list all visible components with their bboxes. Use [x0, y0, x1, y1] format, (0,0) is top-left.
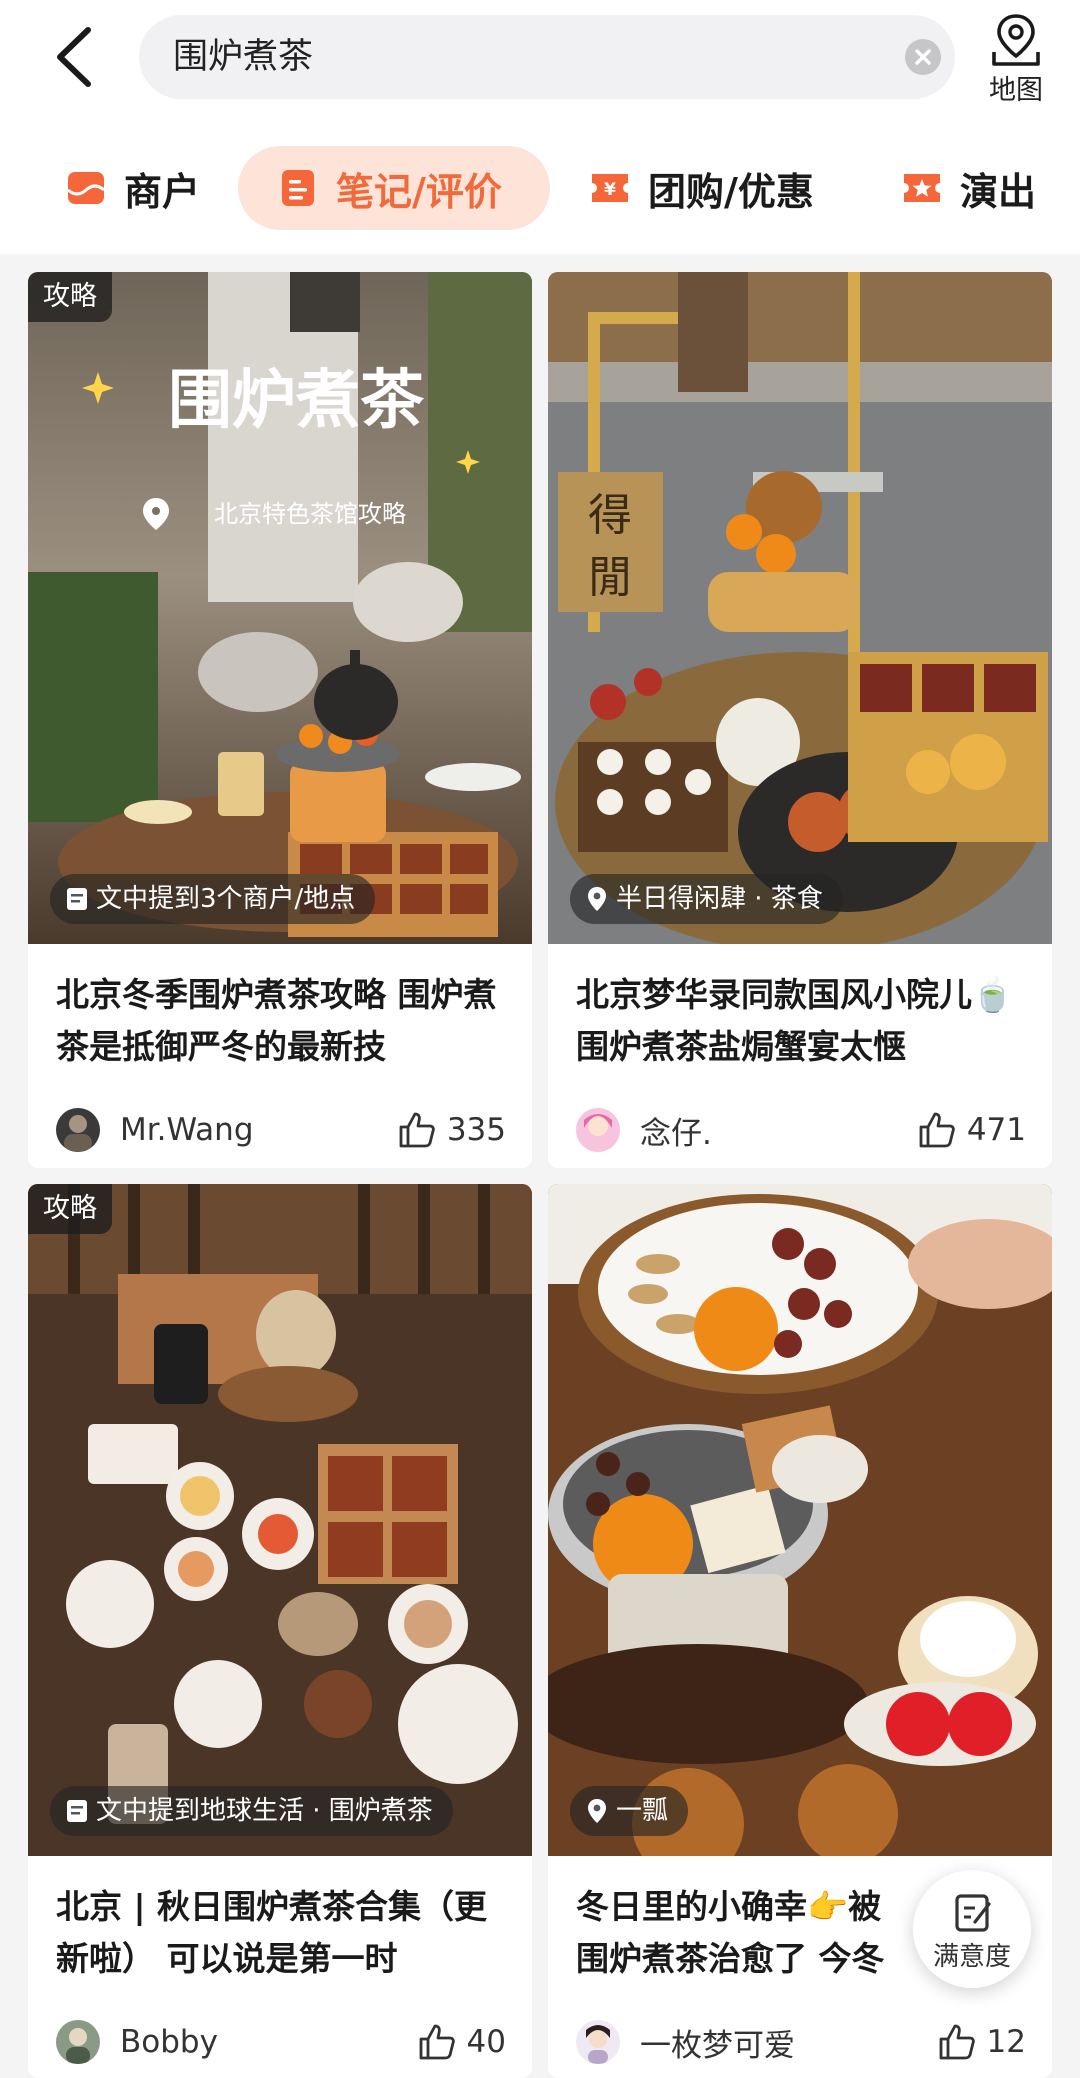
avatar[interactable]	[576, 1108, 620, 1152]
svg-text:¥: ¥	[604, 180, 616, 200]
map-button[interactable]: 地图	[980, 12, 1052, 106]
like-count: 335	[446, 1112, 506, 1148]
guide-badge: 攻略	[28, 272, 112, 322]
note-card[interactable]: 得 閒 半日得闲肆 · 茶食 北京梦华录同款国风小院儿🍵围炉煮茶盐焗蟹宴太惬 念…	[548, 272, 1052, 1168]
cover-subtitle: 北京特色茶馆攻略	[214, 500, 406, 528]
note-title[interactable]: 北京 | 秋日围炉煮茶合集（更新啦） 可以说是第一时	[56, 1881, 508, 1985]
top-bar: 围炉煮茶 地图	[0, 0, 1080, 122]
note-title[interactable]: 北京梦华录同款国风小院儿🍵围炉煮茶盐焗蟹宴太惬	[576, 969, 1028, 1073]
location-icon	[588, 1799, 606, 1823]
tab-notes-reviews[interactable]: 笔记/评价	[238, 146, 550, 230]
author-name: 念仔.	[640, 1115, 712, 1152]
tab-shops[interactable]: 商户	[66, 146, 200, 230]
note-title[interactable]: 冬日里的小确幸👉被围炉煮茶治愈了 今冬	[576, 1881, 906, 1985]
avatar[interactable]	[576, 2020, 620, 2064]
location-pill[interactable]: 半日得闲肆 · 茶食	[570, 874, 843, 924]
tab-notes-reviews-label: 笔记/评价	[336, 169, 502, 214]
thumbs-up-icon	[919, 1112, 955, 1148]
map-pin-icon	[992, 14, 1040, 66]
avatar[interactable]	[56, 1108, 100, 1152]
close-icon	[915, 49, 931, 65]
author[interactable]: Mr.Wang	[56, 1106, 254, 1154]
author[interactable]: Bobby	[56, 2018, 218, 2066]
note-title[interactable]: 北京冬季围炉煮茶攻略 围炉煮茶是抵御严冬的最新技	[56, 969, 508, 1073]
tab-shops-label: 商户	[124, 169, 201, 214]
svg-text:得: 得	[588, 490, 632, 541]
tab-group-deals-label: 团购/优惠	[648, 169, 814, 214]
tab-group-deals[interactable]: ¥ 团购/优惠	[590, 146, 814, 230]
location-pill[interactable]: 一瓢	[570, 1786, 689, 1836]
cover-title: 围炉煮茶	[168, 364, 425, 438]
author[interactable]: 一枚梦可爱	[576, 2018, 795, 2066]
map-label: 地图	[989, 75, 1043, 106]
note-cover-image[interactable]: 围炉煮茶 北京特色茶馆攻略 攻略 文中提到3个商户/地点	[28, 272, 532, 944]
search-query: 围炉煮茶	[173, 37, 314, 77]
document-icon	[67, 888, 87, 910]
mentions-text: 文中提到3个商户/地点	[96, 884, 356, 914]
svg-text:閒: 閒	[588, 552, 632, 603]
location-text: 半日得闲肆 · 茶食	[616, 884, 823, 914]
satisfaction-button[interactable]: 满意度	[913, 1870, 1031, 1988]
category-tabs: 商户 笔记/评价 ¥ 团购/优惠 演出	[0, 122, 1080, 254]
like-button[interactable]: 12	[937, 2018, 1026, 2066]
tab-shows-label: 演出	[960, 169, 1037, 214]
location-text: 一瓢	[616, 1796, 669, 1826]
search-input[interactable]: 围炉煮茶	[139, 15, 955, 99]
like-button[interactable]: 40	[417, 2018, 506, 2066]
thumbs-up-icon	[399, 1112, 435, 1148]
clear-search-button[interactable]	[905, 39, 941, 75]
shop-icon	[67, 172, 105, 204]
like-count: 40	[466, 2024, 506, 2060]
satisfaction-label: 满意度	[932, 1942, 1011, 1972]
note-card[interactable]: 围炉煮茶 北京特色茶馆攻略 攻略 文中提到3个商户/地点 北京冬季围炉煮茶攻略 …	[28, 272, 532, 1168]
thumbs-up-icon	[939, 2024, 975, 2060]
author-name: Bobby	[120, 2024, 218, 2060]
mentions-pill[interactable]: 文中提到3个商户/地点	[50, 874, 376, 924]
mentions-pill[interactable]: 文中提到地球生活 · 围炉煮茶	[50, 1786, 453, 1836]
location-icon	[588, 887, 606, 911]
like-count: 471	[966, 1112, 1026, 1148]
like-button[interactable]: 471	[917, 1106, 1026, 1154]
note-cover-image[interactable]: 一瓢	[548, 1184, 1052, 1856]
tab-shows[interactable]: 演出	[902, 146, 1036, 230]
show-icon	[904, 174, 940, 202]
author-name: 一枚梦可爱	[640, 2027, 795, 2064]
document-icon	[67, 1800, 87, 1822]
like-count: 12	[986, 2024, 1026, 2060]
note-card[interactable]: 攻略 文中提到地球生活 · 围炉煮茶 北京 | 秋日围炉煮茶合集（更新啦） 可以…	[28, 1184, 532, 2078]
note-cover-image[interactable]: 攻略 文中提到地球生活 · 围炉煮茶	[28, 1184, 532, 1856]
chevron-left-icon	[57, 27, 91, 87]
like-button[interactable]: 335	[397, 1106, 506, 1154]
note-cover-image[interactable]: 得 閒 半日得闲肆 · 茶食	[548, 272, 1052, 944]
coupon-icon: ¥	[592, 174, 628, 202]
mentions-text: 文中提到地球生活 · 围炉煮茶	[96, 1796, 433, 1826]
author-name: Mr.Wang	[120, 1112, 254, 1148]
back-button[interactable]	[44, 22, 114, 92]
note-icon	[282, 170, 314, 206]
guide-badge: 攻略	[28, 1184, 112, 1234]
avatar[interactable]	[56, 2020, 100, 2064]
feedback-edit-icon	[955, 1894, 991, 1932]
thumbs-up-icon	[419, 2024, 455, 2060]
author[interactable]: 念仔.	[576, 1106, 712, 1154]
